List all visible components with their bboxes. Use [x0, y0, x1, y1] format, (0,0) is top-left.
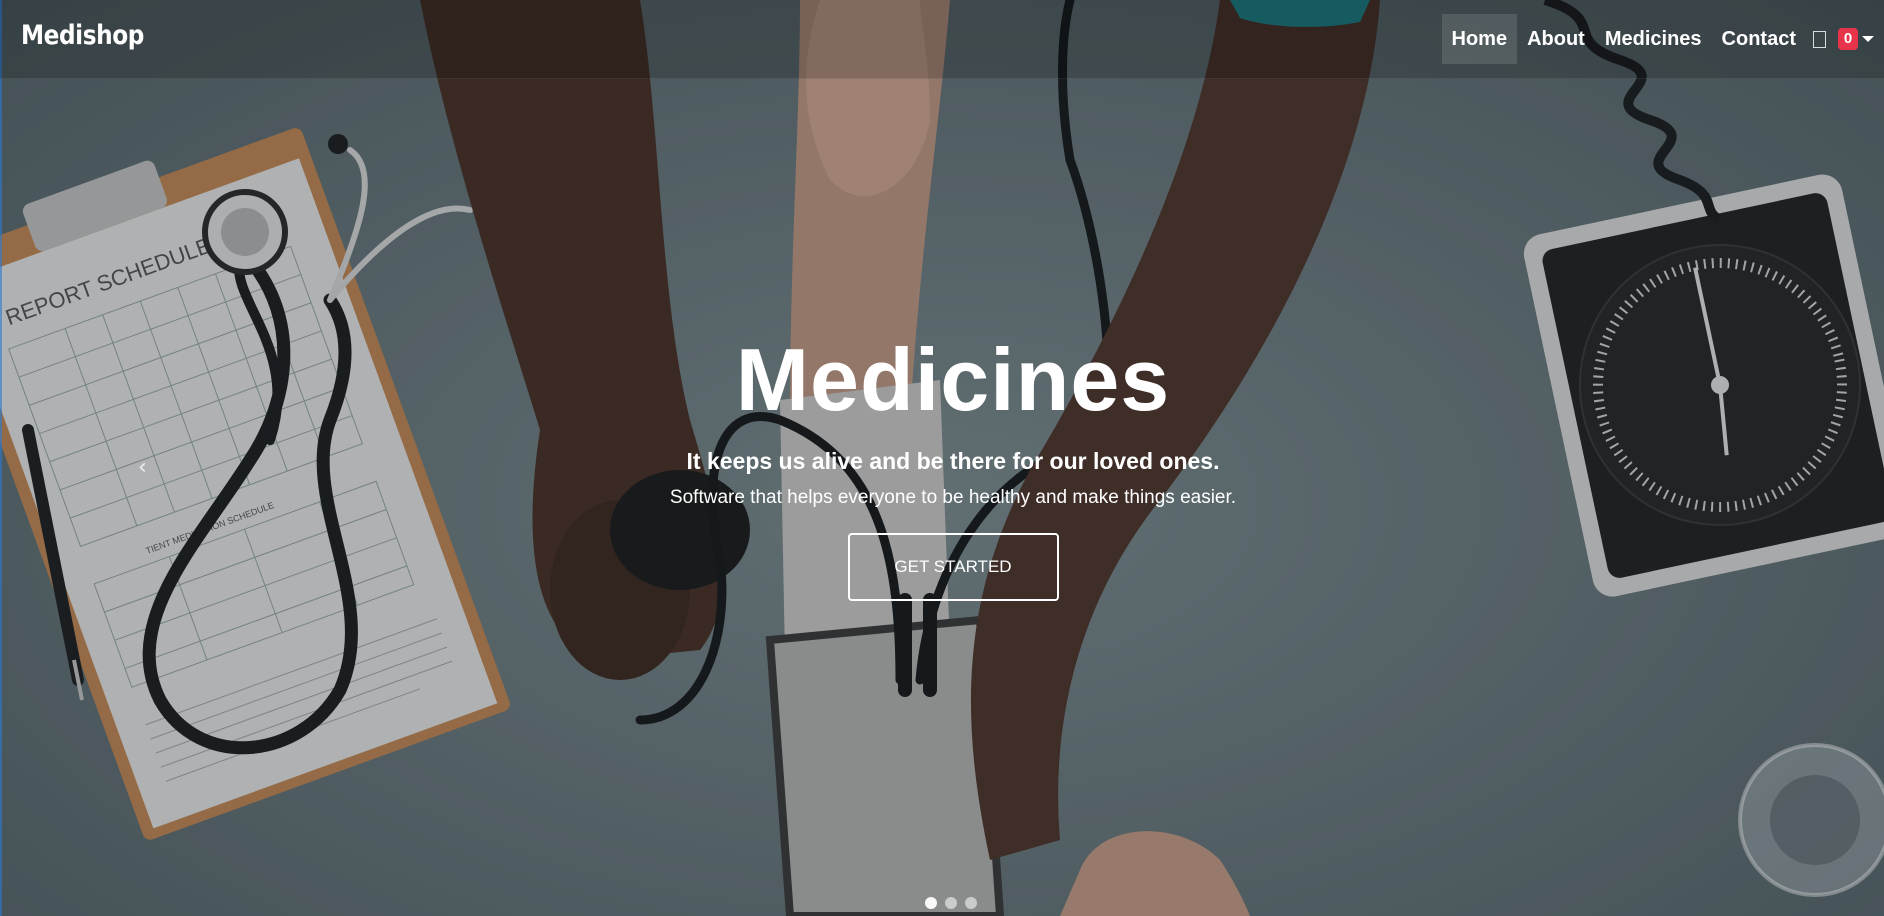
hero-title: Medicines	[735, 330, 1171, 429]
chevron-down-icon	[1862, 36, 1874, 42]
nav-menu: Home About Medicines Contact 0	[1441, 14, 1884, 64]
carousel-indicator-2[interactable]	[945, 897, 957, 909]
get-started-button[interactable]: GET STARTED	[847, 533, 1059, 601]
nav-item-about[interactable]: About	[1517, 14, 1595, 64]
carousel-indicators	[925, 897, 977, 909]
nav-item-medicines[interactable]: Medicines	[1595, 14, 1712, 64]
cart-dropdown[interactable]: 0	[1838, 14, 1874, 64]
nav-item-contact[interactable]: Contact	[1712, 14, 1806, 64]
hero-subtitle: It keeps us alive and be there for our l…	[686, 448, 1220, 474]
nav-item-home[interactable]: Home	[1441, 14, 1518, 64]
user-icon[interactable]	[1810, 14, 1828, 64]
hero-content: Medicines It keeps us alive and be there…	[0, 330, 1884, 601]
brand-logo[interactable]: Medishop	[21, 20, 144, 51]
user-icon-glyph	[1812, 30, 1826, 48]
carousel-indicator-1[interactable]	[925, 897, 937, 909]
carousel-indicator-3[interactable]	[965, 897, 977, 909]
hero-description: Software that helps everyone to be healt…	[669, 487, 1237, 508]
navbar: Medishop Home About Medicines Contact 0	[0, 0, 1884, 79]
cart-count-badge: 0	[1838, 28, 1858, 50]
